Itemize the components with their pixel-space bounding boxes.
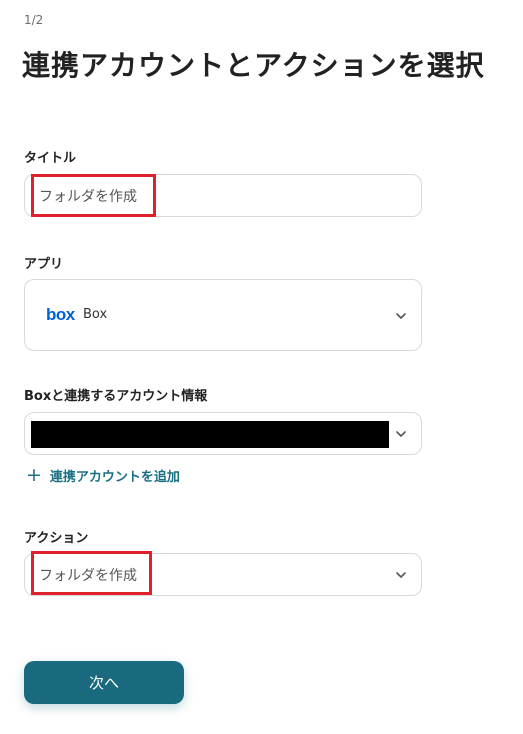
title-highlight-box [31, 174, 156, 217]
action-label: アクション [24, 531, 89, 546]
account-label: Boxと連携するアカウント情報 [24, 389, 208, 404]
chevron-down-icon [395, 428, 407, 440]
step-indicator: 1/2 [24, 13, 44, 27]
add-account-label: 連携アカウントを追加 [49, 470, 180, 485]
chevron-down-icon [395, 569, 407, 581]
redacted-account-info [31, 421, 389, 448]
box-logo-icon: box [46, 305, 75, 324]
app-label: アプリ [24, 257, 64, 272]
chevron-down-icon [395, 310, 407, 322]
app-select[interactable]: box Box [24, 279, 422, 351]
next-button[interactable]: 次へ [24, 661, 184, 704]
app-name: Box [83, 307, 108, 322]
add-account-link[interactable]: + 連携アカウントを追加 [26, 464, 180, 486]
action-highlight-box [31, 551, 152, 595]
title-label: タイトル [24, 151, 77, 166]
plus-icon: + [26, 464, 42, 486]
page-title: 連携アカウントとアクションを選択 [22, 49, 485, 82]
